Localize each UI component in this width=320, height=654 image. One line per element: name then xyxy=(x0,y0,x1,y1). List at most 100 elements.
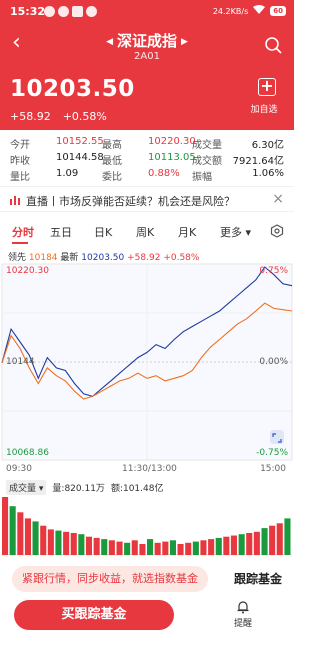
volume-bar xyxy=(116,541,123,555)
ratio-value: 1.09 xyxy=(56,168,79,179)
volume-bar xyxy=(131,540,138,555)
volume-header: 成交量 ▾ 量:820.11万 额:101.48亿 xyxy=(6,480,163,495)
high-value: 10220.30 xyxy=(148,136,196,147)
prev-stock-icon[interactable]: ◀ xyxy=(106,37,113,47)
buy-fund-button[interactable]: 买跟踪基金 xyxy=(14,600,174,630)
tab-monthly-k[interactable]: 月K xyxy=(178,224,196,240)
chart-mid-price: 10144 xyxy=(6,357,35,367)
volume-selector[interactable]: 成交量 ▾ xyxy=(6,480,47,495)
amt-value: 7921.64亿 xyxy=(232,156,284,167)
notification-icon xyxy=(86,6,97,17)
chart-top-pct: 0.75% xyxy=(259,266,288,276)
volume-bar xyxy=(17,512,24,555)
battery-icon: 60 xyxy=(270,6,286,16)
volume-bar xyxy=(177,544,184,555)
weibi-value: 0.88% xyxy=(148,168,180,179)
volume-bar xyxy=(147,539,154,555)
tab-weekly-k[interactable]: 周K xyxy=(136,224,154,240)
volume-bar xyxy=(9,506,16,555)
volume-bar xyxy=(192,541,199,555)
stock-code: 2A01 xyxy=(134,51,160,62)
status-right: 24.2KB/s 60 xyxy=(213,5,286,17)
notification-icon xyxy=(44,6,55,17)
amp-label: 振幅 xyxy=(192,172,212,183)
chart-bottom-pct: -0.75% xyxy=(256,448,288,458)
settings-icon[interactable] xyxy=(270,224,284,238)
volume-bar xyxy=(208,539,215,555)
stats-panel: 今开 10152.55 最高 10220.30 成交量 6.30亿 昨收 101… xyxy=(0,136,294,184)
time-axis: 09:30 11:30/13:00 15:00 xyxy=(0,462,294,476)
stats-row: 昨收 10144.58 最低 10113.05 成交额 7921.64亿 xyxy=(0,152,294,168)
tab-active-indicator xyxy=(12,242,28,244)
plus-icon: + xyxy=(258,78,276,96)
next-stock-icon[interactable]: ▶ xyxy=(181,37,188,47)
low-label: 最低 xyxy=(102,156,122,167)
chart-bottom-price: 10068.86 xyxy=(6,448,49,458)
alert-label: 提醒 xyxy=(233,619,252,629)
chart-tabs: 分时 五日 日K 周K 月K 更多 ▾ xyxy=(0,220,294,244)
add-watchlist-label: 加自选 xyxy=(250,105,278,115)
volume-bar xyxy=(55,530,62,555)
status-notification-icons xyxy=(44,6,97,17)
time-end: 15:00 xyxy=(260,464,286,474)
live-bars-icon xyxy=(10,195,20,205)
volume-bar xyxy=(85,536,92,555)
amp-value: 1.06% xyxy=(252,168,284,179)
news-text: 直播丨市场反弹能否延续？机会还是风险？ xyxy=(26,195,235,208)
volume-bar xyxy=(230,535,237,555)
chart-top-price: 10220.30 xyxy=(6,266,49,276)
volume-bar xyxy=(24,518,31,555)
volume-bar xyxy=(124,542,131,555)
chevron-down-icon: ▾ xyxy=(245,226,252,239)
high-label: 最高 xyxy=(102,140,122,151)
status-time: 15:32 xyxy=(10,5,46,18)
follow-fund-label[interactable]: 跟踪基金 xyxy=(234,570,282,587)
tab-five-day[interactable]: 五日 xyxy=(50,224,72,240)
volume-bar xyxy=(32,521,39,555)
volume-bar xyxy=(284,518,291,555)
notification-icon xyxy=(72,6,83,17)
time-start: 09:30 xyxy=(6,464,32,474)
volume-bar xyxy=(108,540,115,555)
volume-bar xyxy=(162,541,169,555)
notification-icon xyxy=(58,6,69,17)
volume-bar xyxy=(63,531,70,555)
volume-bar xyxy=(269,525,276,555)
volume-bar xyxy=(78,534,85,555)
tab-more[interactable]: 更多 ▾ xyxy=(220,224,251,240)
tab-daily-k[interactable]: 日K xyxy=(94,224,112,240)
net-speed: 24.2KB/s xyxy=(212,6,249,16)
volume-bar xyxy=(261,528,268,555)
intraday-chart[interactable]: 10220.30 0.75% 10144 0.00% 10068.86 -0.7… xyxy=(0,262,294,462)
vol-label: 成交量 xyxy=(192,140,222,151)
promo-banner[interactable]: 紧跟行情，同步收益，就选指数基金 xyxy=(12,566,208,592)
stats-row: 今开 10152.55 最高 10220.30 成交量 6.30亿 xyxy=(0,136,294,152)
open-value: 10152.55 xyxy=(56,136,104,147)
intraday-chart-svg xyxy=(1,263,293,461)
prev-label: 昨收 xyxy=(10,156,30,167)
volume-bar xyxy=(200,540,207,555)
volume-bar xyxy=(169,540,176,555)
amt-label: 成交额 xyxy=(192,156,222,167)
vol-value: 6.30亿 xyxy=(251,140,284,151)
current-price: 10203.50 xyxy=(10,76,135,102)
time-mid: 11:30/13:00 xyxy=(122,464,177,474)
volume-bar xyxy=(276,523,283,555)
quote-header: 15:32 24.2KB/s 60 ‹ ◀ 深证成指 ▶ 2A01 10203.50… xyxy=(0,0,294,130)
open-label: 今开 xyxy=(10,140,30,151)
volume-bar xyxy=(246,533,253,555)
fullscreen-icon[interactable] xyxy=(270,430,284,444)
prev-value: 10144.58 xyxy=(56,152,104,163)
price-change-pct: +0.58% xyxy=(62,110,107,123)
volume-bar xyxy=(47,529,54,555)
add-watchlist-button[interactable]: + 加自选 xyxy=(250,78,282,116)
page-title[interactable]: ◀ 深证成指 ▶ xyxy=(0,30,294,51)
news-banner[interactable]: 直播丨市场反弹能否延续？机会还是风险？ × xyxy=(0,186,294,212)
alert-button[interactable]: 提醒 xyxy=(228,600,258,629)
nav-bar: ‹ ◀ 深证成指 ▶ 2A01 xyxy=(0,26,294,66)
search-icon[interactable] xyxy=(264,36,282,54)
volume-bar xyxy=(139,544,146,555)
close-icon[interactable]: × xyxy=(272,191,284,207)
chart-mid-pct: 0.00% xyxy=(259,357,288,367)
tab-intraday[interactable]: 分时 xyxy=(12,224,34,240)
